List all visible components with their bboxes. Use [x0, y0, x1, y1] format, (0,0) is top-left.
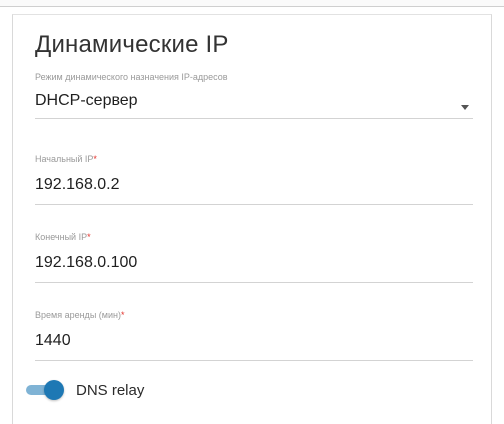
- end-ip-label-text: Конечный IP: [35, 232, 88, 242]
- required-mark: *: [120, 310, 125, 320]
- mode-select[interactable]: DHCP-сервер: [35, 90, 473, 112]
- end-ip-label: Конечный IP*: [35, 231, 473, 243]
- end-ip-field[interactable]: Конечный IP* 192.168.0.100: [35, 231, 473, 283]
- start-ip-input[interactable]: 192.168.0.2: [35, 174, 473, 196]
- mode-value: DHCP-сервер: [35, 92, 138, 109]
- end-ip-underline: [35, 282, 473, 283]
- start-ip-underline: [35, 204, 473, 205]
- start-ip-field[interactable]: Начальный IP* 192.168.0.2: [35, 153, 473, 205]
- toggle-knob: [44, 380, 64, 400]
- dns-relay-label: DNS relay: [76, 381, 145, 399]
- chevron-down-icon[interactable]: [461, 105, 469, 110]
- mode-underline: [35, 118, 473, 119]
- mode-label: Режим динамического назначения IP-адресо…: [35, 72, 228, 82]
- start-ip-label: Начальный IP*: [35, 153, 473, 165]
- window-top-edge: [0, 0, 504, 7]
- dns-relay-toggle[interactable]: [26, 380, 64, 400]
- lease-time-underline: [35, 360, 473, 361]
- mode-select-field[interactable]: Режим динамического назначения IP-адресо…: [35, 71, 473, 119]
- end-ip-input[interactable]: 192.168.0.100: [35, 252, 473, 274]
- section-title: Динамические IP: [35, 31, 229, 58]
- dns-relay-row[interactable]: DNS relay: [26, 378, 144, 402]
- required-mark: *: [93, 154, 97, 164]
- lease-time-label: Время аренды (мин)*: [35, 309, 473, 321]
- start-ip-label-text: Начальный IP: [35, 154, 94, 164]
- lease-time-input[interactable]: 1440: [35, 330, 473, 352]
- lease-time-field[interactable]: Время аренды (мин)* 1440: [35, 309, 473, 361]
- dynamic-ip-panel: Динамические IP Режим динамического назн…: [12, 14, 492, 424]
- lease-time-label-text: Время аренды (мин): [35, 310, 121, 320]
- required-mark: *: [87, 232, 91, 242]
